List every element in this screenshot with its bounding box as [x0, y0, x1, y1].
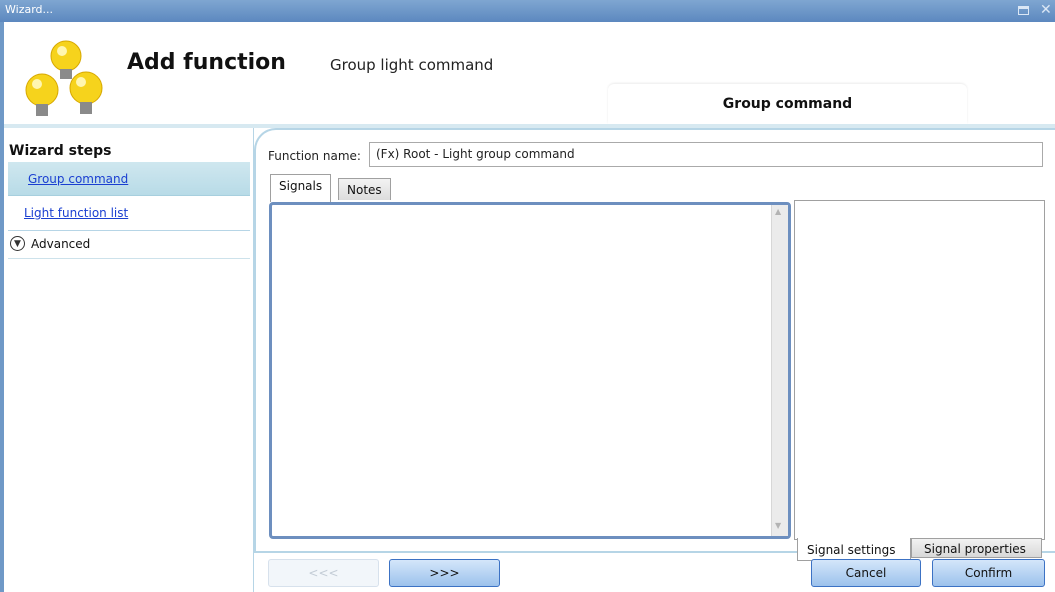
signals-list-scrollbar[interactable]: ▲ ▼ — [771, 205, 788, 536]
signal-details-panel — [794, 200, 1045, 540]
cancel-button[interactable]: Cancel — [811, 559, 921, 587]
window-title-bar[interactable]: Wizard... ✕ — [0, 0, 1055, 22]
sidebar-item-label[interactable]: Group command — [28, 172, 128, 186]
previous-button[interactable]: <<< — [268, 559, 379, 587]
page-title: Add function — [127, 50, 286, 75]
window-title: Wizard... — [5, 3, 54, 16]
function-name-label: Function name: — [268, 149, 361, 163]
next-button[interactable]: >>> — [389, 559, 500, 587]
scroll-down-icon[interactable]: ▼ — [775, 521, 781, 530]
advanced-label[interactable]: Advanced — [31, 237, 90, 251]
close-icon[interactable]: ✕ — [1040, 1, 1052, 19]
chevron-down-icon[interactable]: ▼ — [10, 236, 25, 251]
confirm-button[interactable]: Confirm — [932, 559, 1045, 587]
light-bulbs-icon — [25, 40, 103, 116]
advanced-expander[interactable]: ▼ Advanced — [8, 233, 250, 259]
sidebar-item-light-function-list[interactable]: Light function list — [24, 206, 128, 220]
tab-signals[interactable]: Signals — [270, 174, 332, 202]
tab-signal-properties[interactable]: Signal properties — [911, 538, 1042, 558]
wizard-steps-heading: Wizard steps — [9, 143, 112, 159]
sidebar-item-group-command[interactable]: Group command — [8, 162, 250, 196]
wizard-steps-panel: Wizard steps Group command Light functio… — [4, 128, 254, 592]
page-subtitle: Group light command — [330, 56, 494, 74]
signals-list[interactable] — [269, 202, 791, 539]
tab-group-command-label: Group command — [722, 96, 853, 112]
tab-group-command: Group command — [608, 84, 967, 124]
scroll-up-icon[interactable]: ▲ — [775, 207, 781, 216]
divider — [8, 230, 250, 231]
maximize-icon[interactable] — [1018, 6, 1029, 15]
tab-notes[interactable]: Notes — [338, 178, 391, 200]
function-name-field[interactable]: (Fx) Root - Light group command — [369, 142, 1043, 167]
tab-signal-settings[interactable]: Signal settings — [797, 538, 911, 561]
